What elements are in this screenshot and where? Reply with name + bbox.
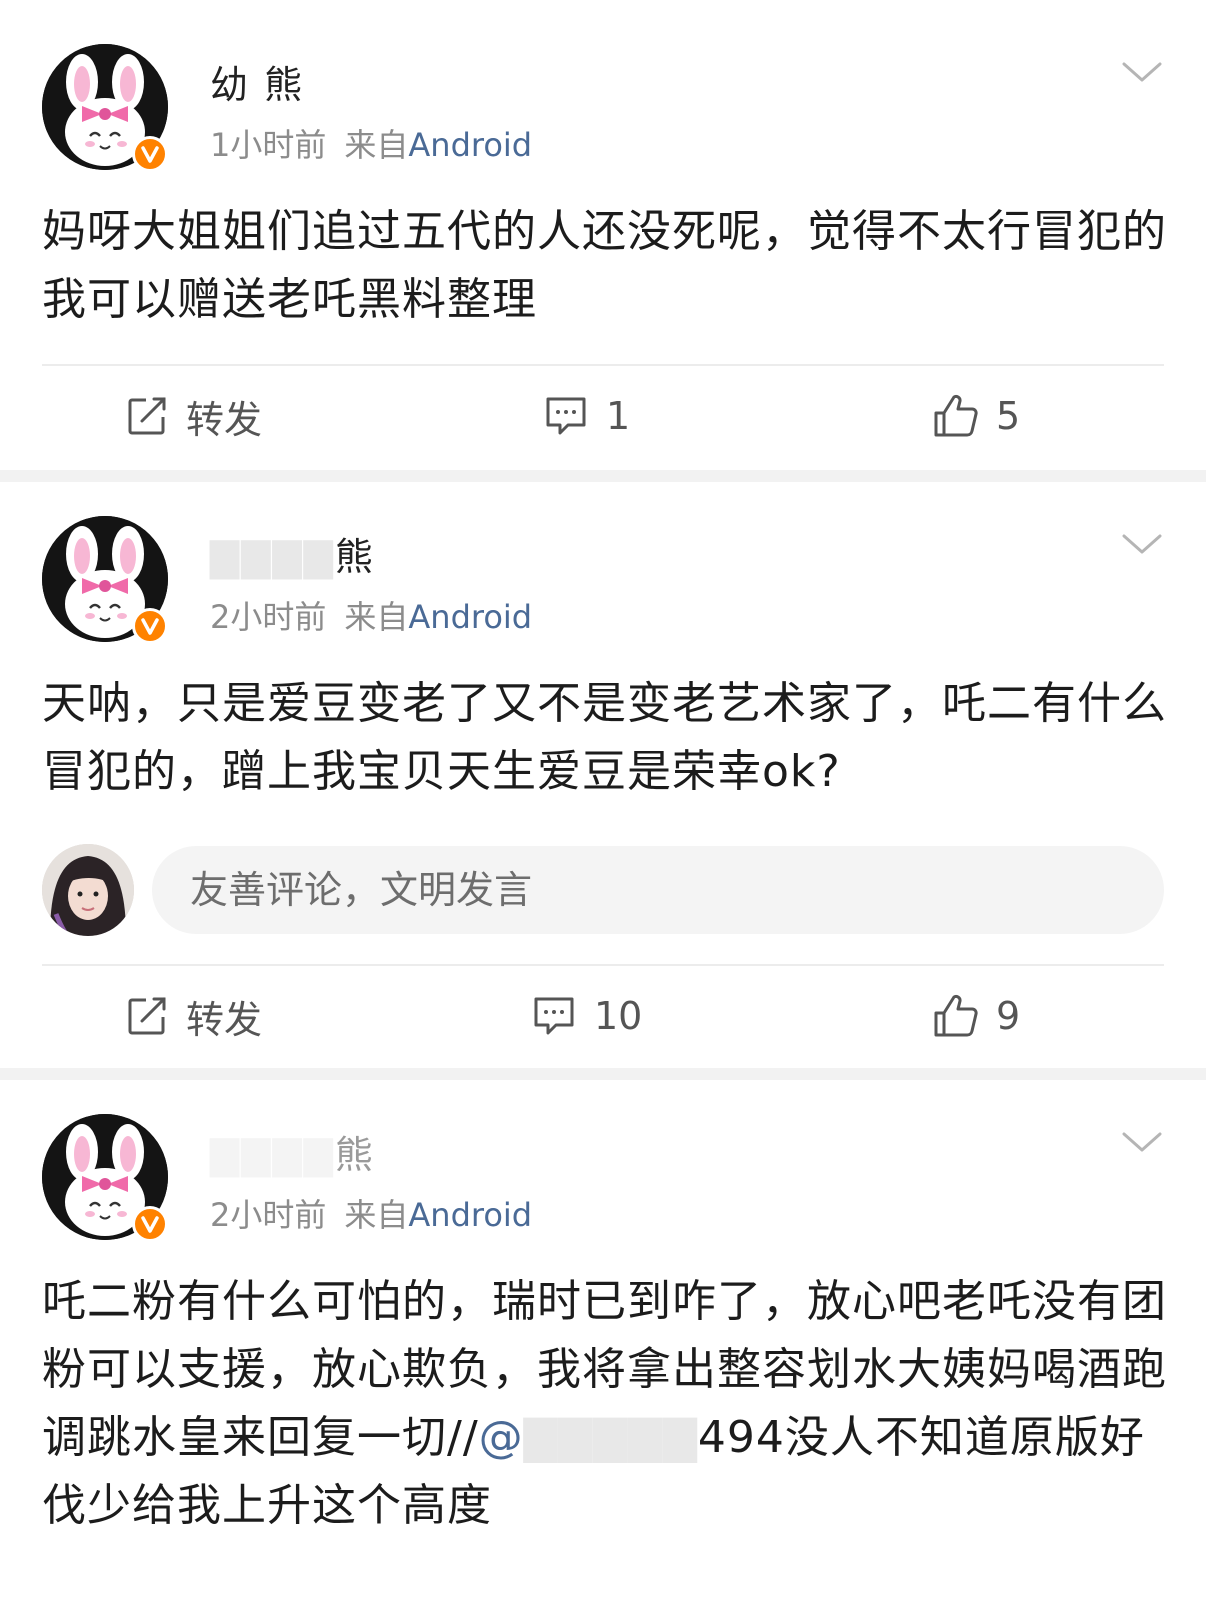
- repost-icon: [128, 397, 166, 435]
- source-prefix: 来自: [344, 126, 409, 164]
- thumbs-up-icon: [934, 394, 978, 437]
- source-prefix: 来自: [344, 1196, 409, 1234]
- like-count: 5: [996, 394, 1021, 438]
- mention-blurred: ▇▇▇▇▇: [523, 1412, 698, 1463]
- chevron-down-icon[interactable]: [1120, 58, 1164, 88]
- source-device[interactable]: Android: [408, 1196, 532, 1234]
- repost-button[interactable]: 转发: [126, 966, 262, 1066]
- post-meta: 2小时前 来自Android: [210, 592, 532, 638]
- post-text: 吒二粉有什么可怕的，瑞时已到咋了，放心吧老吒没有团粉可以支援，放心欺负，我将拿出…: [42, 1268, 1172, 1540]
- post-3-avatar[interactable]: [42, 1114, 170, 1242]
- like-count: 9: [996, 994, 1021, 1038]
- username[interactable]: ▇▇▇▇熊: [210, 526, 375, 581]
- chevron-down-icon[interactable]: [1120, 1128, 1164, 1158]
- post-1: 幼 熊 1小时前 来自Android 妈呀大姐姐们追过五代的人还没死呢，觉得不太行…: [0, 0, 1206, 470]
- username[interactable]: ▇▇▇▇熊: [210, 1124, 375, 1179]
- comment-composer: [42, 844, 1164, 936]
- repost-label: 转发: [186, 997, 263, 1042]
- comment-icon: [534, 997, 574, 1035]
- like-button[interactable]: 9: [932, 966, 1020, 1066]
- username-blurred: ▇▇▇▇: [210, 1133, 335, 1177]
- post-1-avatar[interactable]: [42, 44, 170, 172]
- comment-count: 10: [594, 994, 643, 1038]
- repost-icon: [128, 997, 166, 1035]
- username[interactable]: 幼 熊: [210, 54, 304, 109]
- username-visible: 熊: [334, 535, 375, 579]
- post-separator: [0, 1068, 1206, 1080]
- comment-count: 1: [606, 394, 631, 438]
- post-3: ▇▇▇▇熊 2小时前 来自Android 吒二粉有什么可怕的，瑞时已到咋了，放心吧…: [0, 1080, 1206, 1608]
- source-device[interactable]: Android: [408, 126, 532, 164]
- username-blurred: ▇▇▇▇: [210, 535, 335, 579]
- post-meta: 1小时前 来自Android: [210, 120, 532, 166]
- source-prefix: 来自: [344, 598, 409, 636]
- action-bar: 转发 1 5: [0, 366, 1206, 466]
- post-meta: 2小时前 来自Android: [210, 1190, 532, 1236]
- action-bar: 转发 10 9: [0, 966, 1206, 1066]
- user-photo-icon: [42, 844, 134, 936]
- comment-input[interactable]: [152, 846, 1164, 934]
- orange-v-badge-icon: [132, 1206, 168, 1242]
- source-device[interactable]: Android: [408, 598, 532, 636]
- current-user-avatar[interactable]: [42, 844, 134, 936]
- thumbs-up-icon: [934, 994, 978, 1037]
- chevron-down-icon[interactable]: [1120, 530, 1164, 560]
- post-time: 2小时前: [210, 1196, 327, 1234]
- username-visible: 熊: [334, 1133, 375, 1177]
- post-separator: [0, 470, 1206, 482]
- repost-label: 转发: [186, 397, 263, 442]
- comment-button[interactable]: 1: [544, 366, 630, 466]
- orange-v-badge-icon: [132, 608, 168, 644]
- post-text: 天呐，只是爱豆变老了又不是变老艺术家了，吒二有什么冒犯的，蹭上我宝贝天生爱豆是荣…: [42, 678, 1167, 797]
- comment-icon: [546, 397, 586, 435]
- post-time: 2小时前: [210, 598, 327, 636]
- like-button[interactable]: 5: [932, 366, 1020, 466]
- post-2-avatar[interactable]: [42, 516, 170, 644]
- mention-link[interactable]: @: [479, 1412, 524, 1463]
- comment-button[interactable]: 10: [532, 966, 642, 1066]
- repost-button[interactable]: 转发: [126, 366, 262, 466]
- post-text: 妈呀大姐姐们追过五代的人还没死呢，觉得不太行冒犯的我可以赠送老吒黑料整理: [42, 206, 1167, 325]
- post-time: 1小时前: [210, 126, 327, 164]
- orange-v-badge-icon: [132, 136, 168, 172]
- post-2: ▇▇▇▇熊 2小时前 来自Android 天呐，只是爱豆变老了又不是变老艺术家了，…: [0, 482, 1206, 1068]
